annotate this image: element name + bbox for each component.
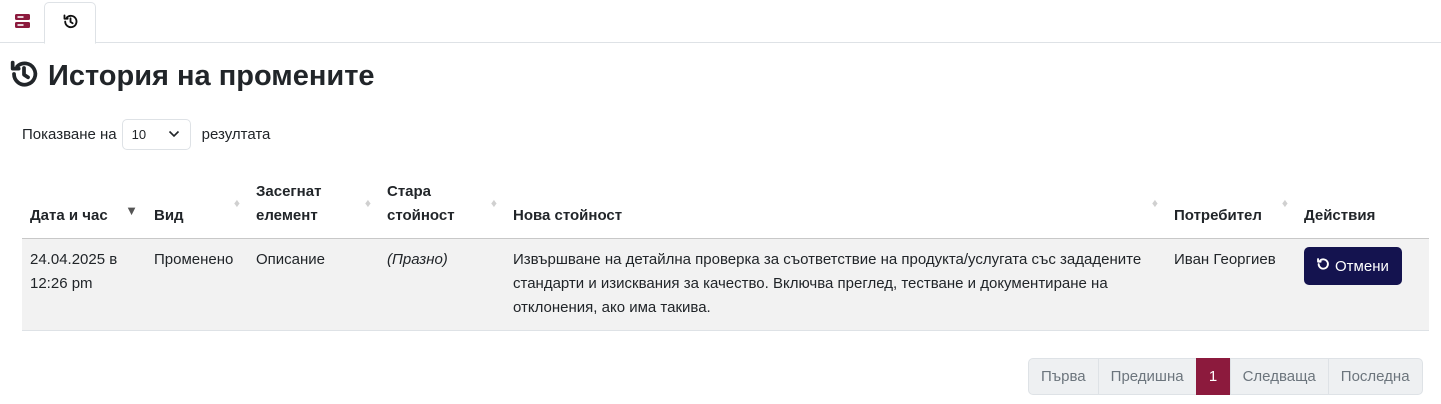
- length-suffix: резултата: [201, 126, 271, 143]
- column-label: Нова стойност: [513, 207, 623, 224]
- pagination-first[interactable]: Първа: [1028, 358, 1099, 395]
- column-label: Дата и час: [30, 207, 108, 224]
- page-title-text: История на промените: [48, 59, 375, 92]
- cell-actions: Отмени: [1296, 238, 1429, 331]
- table-header-row: Дата и час ▲▼ Вид ♦ Засегнат елемент ♦ С…: [22, 172, 1429, 239]
- cell-new-value: Извършване на детайлна проверка за съотв…: [505, 238, 1166, 331]
- database-icon: [14, 13, 31, 33]
- history-icon: [8, 58, 40, 94]
- column-header-actions: Действия: [1296, 172, 1429, 239]
- sort-icon: ♦: [233, 196, 240, 210]
- column-label: Действия: [1304, 207, 1376, 224]
- sort-desc-icon: ▲▼: [125, 203, 138, 218]
- column-label: Стара стойност: [387, 183, 455, 224]
- pagination-last[interactable]: Последна: [1327, 358, 1423, 395]
- sort-icon: ♦: [364, 196, 371, 210]
- sort-icon: ♦: [490, 196, 497, 210]
- pagination-page-current[interactable]: 1: [1195, 358, 1231, 395]
- column-header-new-value[interactable]: Нова стойност ♦: [505, 172, 1166, 239]
- page-length-control: Показване на 10 резултата: [22, 119, 270, 150]
- table-row: 24.04.2025 в 12:26 pm Променено Описание…: [22, 238, 1429, 331]
- column-label: Потребител: [1174, 207, 1262, 224]
- page-title: История на промените: [8, 56, 375, 96]
- undo-button[interactable]: Отмени: [1304, 247, 1402, 285]
- cell-old-value: (Празно): [379, 238, 505, 331]
- sort-icon: ♦: [1151, 196, 1158, 210]
- cell-element: Описание: [248, 238, 379, 331]
- length-prefix: Показване на: [22, 126, 117, 143]
- history-icon: [62, 13, 79, 34]
- cell-user: Иван Георгиев: [1166, 238, 1296, 331]
- tab-history[interactable]: [44, 2, 96, 44]
- column-header-user[interactable]: Потребител ♦: [1166, 172, 1296, 239]
- column-header-element[interactable]: Засегнат елемент ♦: [248, 172, 379, 239]
- history-table: Дата и час ▲▼ Вид ♦ Засегнат елемент ♦ С…: [22, 172, 1429, 331]
- sort-icon: ♦: [1281, 196, 1288, 210]
- column-label: Вид: [154, 207, 184, 224]
- column-header-datetime[interactable]: Дата и час ▲▼: [22, 172, 146, 239]
- column-header-old-value[interactable]: Стара стойност ♦: [379, 172, 505, 239]
- page-length-select[interactable]: 10: [121, 119, 191, 150]
- tab-bar: [0, 0, 1441, 44]
- column-header-type[interactable]: Вид ♦: [146, 172, 248, 239]
- page-length-select-wrap: 10: [117, 119, 202, 150]
- pagination-next[interactable]: Следваща: [1229, 358, 1329, 395]
- undo-icon: [1316, 257, 1330, 275]
- tab-database[interactable]: [2, 2, 42, 43]
- cell-type: Променено: [146, 238, 248, 331]
- pagination: Първа Предишна 1 Следваща Последна: [1028, 358, 1423, 395]
- pagination-previous[interactable]: Предишна: [1097, 358, 1197, 395]
- undo-button-label: Отмени: [1335, 257, 1389, 275]
- cell-datetime: 24.04.2025 в 12:26 pm: [22, 238, 146, 331]
- column-label: Засегнат елемент: [256, 183, 322, 224]
